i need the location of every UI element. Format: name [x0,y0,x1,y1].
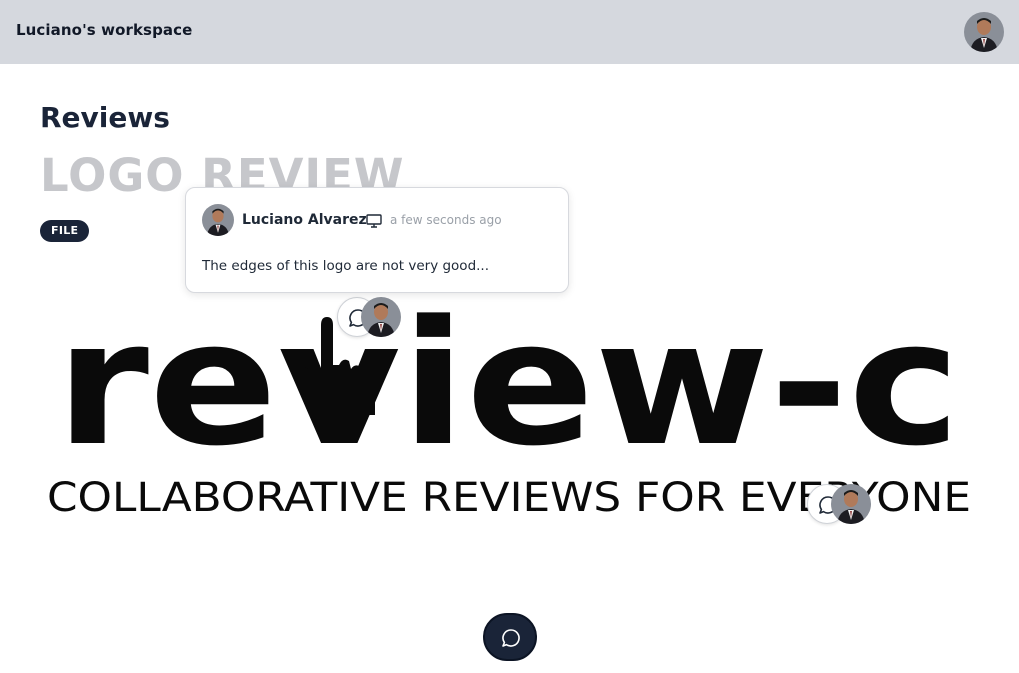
author-avatar [202,204,234,236]
file-badge: FILE [40,220,90,242]
monitor-icon [366,213,382,232]
user-avatar[interactable] [964,12,1004,52]
top-bar: Luciano's workspace [0,0,1019,64]
user-avatar [361,297,401,337]
page-title: Reviews [40,101,170,134]
comment-icon [502,629,520,647]
comment-text: The edges of this logo are not very good… [202,258,490,274]
add-comment-button[interactable] [483,613,537,661]
comment-author: Luciano Alvarez [242,212,367,228]
workspace-title[interactable]: Luciano's workspace [16,21,192,39]
comment-time: a few seconds ago [390,213,502,227]
comment-popup[interactable]: Luciano Alvarez a few seconds ago The ed… [185,187,569,293]
logo-text: review-c [56,283,961,484]
user-avatar [831,484,871,524]
